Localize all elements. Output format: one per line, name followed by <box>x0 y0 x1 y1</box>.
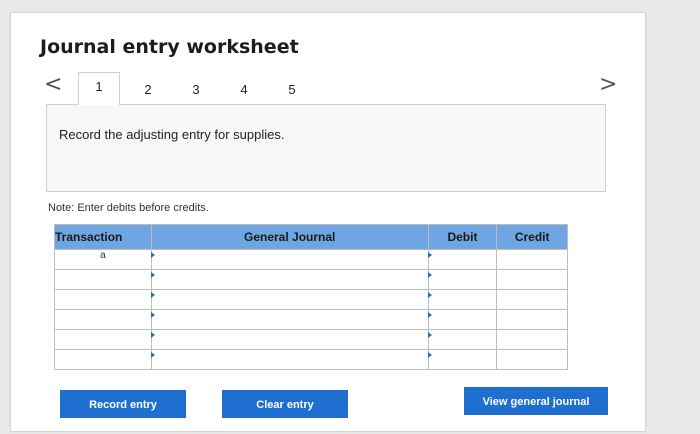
tab-3[interactable]: 3 <box>176 76 216 104</box>
account-input[interactable] <box>150 269 429 290</box>
credit-input[interactable] <box>496 269 568 290</box>
credit-input[interactable] <box>496 289 568 310</box>
header-debit: Debit <box>427 224 498 250</box>
account-input[interactable] <box>150 249 429 270</box>
table-header-row: Transaction General Journal Debit Credit <box>54 224 568 250</box>
instruction-text: Record the adjusting entry for supplies. <box>59 127 285 142</box>
credit-input[interactable] <box>496 249 568 270</box>
account-input[interactable] <box>150 349 429 370</box>
debit-input[interactable] <box>427 289 498 310</box>
credit-input[interactable] <box>496 329 568 350</box>
instruction-box: Record the adjusting entry for supplies. <box>46 104 606 192</box>
account-input[interactable] <box>150 289 429 310</box>
table-row <box>54 329 568 350</box>
account-input[interactable] <box>150 309 429 330</box>
tab-2[interactable]: 2 <box>128 76 168 104</box>
record-entry-button[interactable]: Record entry <box>60 390 186 418</box>
credit-input[interactable] <box>496 349 568 370</box>
debit-input[interactable] <box>427 249 498 270</box>
table-row: a <box>54 249 568 270</box>
header-credit: Credit <box>496 224 568 250</box>
table-row <box>54 349 568 370</box>
transaction-cell <box>54 289 152 310</box>
table-row <box>54 269 568 290</box>
account-input[interactable] <box>150 329 429 350</box>
table-row <box>54 289 568 310</box>
transaction-cell <box>54 349 152 370</box>
clear-entry-button[interactable]: Clear entry <box>222 390 348 418</box>
tab-5[interactable]: 5 <box>272 76 312 104</box>
credit-input[interactable] <box>496 309 568 330</box>
tab-4[interactable]: 4 <box>224 76 264 104</box>
debit-input[interactable] <box>427 309 498 330</box>
page-title: Journal entry worksheet <box>40 36 299 58</box>
view-general-journal-button[interactable]: View general journal <box>464 387 608 415</box>
header-transaction: Transaction <box>54 224 152 250</box>
transaction-cell <box>54 269 152 290</box>
tab-1[interactable]: 1 <box>78 72 120 105</box>
debit-input[interactable] <box>427 329 498 350</box>
journal-table: Transaction General Journal Debit Credit… <box>54 224 568 370</box>
header-general-journal: General Journal <box>150 224 429 250</box>
note-text: Note: Enter debits before credits. <box>48 202 209 214</box>
transaction-cell <box>54 329 152 350</box>
debit-input[interactable] <box>427 349 498 370</box>
transaction-cell: a <box>54 249 152 270</box>
table-row <box>54 309 568 330</box>
debit-input[interactable] <box>427 269 498 290</box>
transaction-cell <box>54 309 152 330</box>
chevron-right-icon[interactable]: > <box>599 74 617 96</box>
chevron-left-icon[interactable]: < <box>44 74 62 96</box>
